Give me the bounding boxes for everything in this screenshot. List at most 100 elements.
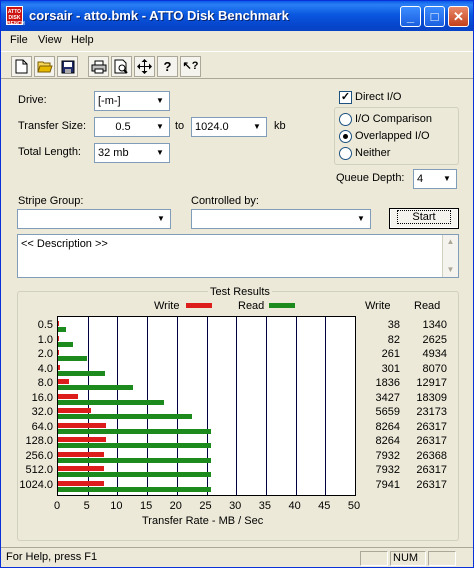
- write-legend-swatch: [186, 303, 212, 308]
- gridline: [176, 317, 178, 495]
- y-category-label: 512.0: [25, 464, 53, 476]
- y-category-label: 4.0: [37, 362, 53, 375]
- status-pane-caps: [360, 551, 388, 566]
- chevron-down-icon[interactable]: ▼: [249, 119, 265, 135]
- description-textarea[interactable]: << Description >> ▲ ▼: [17, 234, 459, 278]
- chevron-down-icon[interactable]: ▼: [152, 145, 168, 161]
- context-help-icon[interactable]: ↖?: [180, 56, 201, 77]
- io-comparison-radio[interactable]: [339, 113, 352, 126]
- write-bar: [58, 466, 105, 471]
- transfer-to-value: 1024.0: [195, 121, 229, 133]
- write-value: 8264: [375, 435, 400, 447]
- scroll-up-icon[interactable]: ▲: [443, 235, 458, 248]
- drive-label: Drive:: [18, 94, 47, 106]
- write-value: 261: [381, 348, 400, 360]
- chevron-down-icon[interactable]: ▼: [439, 171, 455, 187]
- write-value: 7932: [375, 464, 400, 476]
- x-tick-label: 30: [229, 500, 242, 512]
- read-bar: [58, 457, 211, 463]
- minimize-button[interactable]: _: [400, 6, 421, 27]
- y-category-label: 64.0: [31, 420, 53, 433]
- print-icon[interactable]: [88, 56, 109, 77]
- write-bar: [58, 422, 106, 428]
- write-value: 82: [387, 333, 400, 346]
- read-bar: [58, 385, 133, 390]
- chevron-down-icon[interactable]: ▼: [353, 211, 369, 227]
- read-value: 1340: [422, 319, 447, 331]
- read-value: 26368: [416, 449, 447, 462]
- controlled-by-select[interactable]: ▼: [191, 209, 371, 229]
- menu-view[interactable]: View: [38, 34, 62, 46]
- stripe-group-select[interactable]: ▼: [17, 209, 171, 229]
- x-tick-label: 15: [139, 500, 153, 512]
- description-scrollbar[interactable]: ▲ ▼: [442, 235, 458, 277]
- title-bar[interactable]: ATTO DISK BENCH corsair - atto.bmk - ATT…: [1, 1, 473, 31]
- toolbar: ? ↖?: [1, 51, 473, 79]
- transfer-from-value: 0.5: [115, 121, 131, 133]
- read-bar: [58, 443, 211, 448]
- chevron-down-icon[interactable]: ▼: [152, 93, 168, 109]
- x-tick-label: 10: [110, 500, 123, 512]
- queue-depth-label: Queue Depth:: [336, 172, 405, 184]
- write-value: 38: [387, 319, 400, 331]
- read-value: 2625: [422, 333, 447, 346]
- gridline: [147, 317, 149, 495]
- read-bar: [58, 472, 211, 477]
- maximize-button[interactable]: □: [424, 6, 445, 27]
- transfer-size-to-select[interactable]: 1024.0 ▼: [191, 117, 267, 137]
- print-preview-icon[interactable]: [111, 56, 132, 77]
- read-value: 26317: [416, 478, 447, 491]
- gridline: [206, 317, 208, 495]
- status-text: For Help, press F1: [6, 551, 98, 563]
- close-button[interactable]: ✕: [448, 6, 469, 27]
- to-label: to: [175, 120, 185, 132]
- x-tick-label: 25: [199, 500, 212, 512]
- new-file-icon[interactable]: [11, 56, 32, 77]
- read-value: 23173: [416, 406, 447, 418]
- total-length-select[interactable]: 32 mb ▼: [94, 143, 170, 163]
- save-icon[interactable]: [57, 56, 78, 77]
- neither-radio[interactable]: [339, 147, 352, 160]
- menu-help[interactable]: Help: [71, 34, 94, 46]
- x-tick-label: 45: [318, 500, 331, 512]
- help-icon[interactable]: ?: [157, 56, 178, 77]
- read-bar: [58, 428, 211, 434]
- x-tick-label: 20: [169, 500, 182, 512]
- status-num: NUM: [393, 552, 419, 564]
- start-button[interactable]: Start: [389, 208, 459, 229]
- y-category-label: 1.0: [37, 333, 53, 346]
- queue-depth-value: 4: [417, 173, 424, 185]
- read-bar: [58, 341, 74, 347]
- queue-depth-select[interactable]: 4 ▼: [413, 169, 457, 189]
- x-axis-label: Transfer Rate - MB / Sec: [142, 515, 264, 527]
- x-tick-label: 50: [347, 500, 361, 512]
- read-column-header: Read: [414, 300, 441, 312]
- kb-label: kb: [274, 120, 286, 132]
- chevron-down-icon[interactable]: ▼: [152, 119, 168, 135]
- y-category-label: 32.0: [31, 406, 53, 418]
- menu-file[interactable]: File: [10, 34, 28, 46]
- controlled-by-label: Controlled by:: [191, 195, 259, 207]
- write-column-header: Write: [365, 300, 391, 312]
- read-bar: [58, 414, 193, 419]
- gridline: [265, 317, 267, 495]
- drive-select[interactable]: [-m-] ▼: [94, 91, 170, 111]
- write-bar: [58, 408, 91, 413]
- x-tick-label: 0: [53, 500, 61, 512]
- transfer-size-from-select[interactable]: 0.5 ▼: [94, 117, 170, 137]
- status-pane-num: NUM: [390, 551, 426, 566]
- overlapped-io-radio[interactable]: [339, 130, 352, 143]
- total-length-label: Total Length:: [18, 146, 81, 158]
- write-bar: [58, 350, 60, 355]
- read-bar: [58, 486, 211, 492]
- y-category-label: 256.0: [25, 449, 53, 462]
- write-bar: [58, 321, 59, 326]
- scroll-down-icon[interactable]: ▼: [443, 263, 458, 276]
- direct-io-checkbox[interactable]: ✓: [339, 91, 352, 104]
- y-category-label: 16.0: [31, 391, 53, 404]
- open-folder-icon[interactable]: [34, 56, 55, 77]
- read-bar: [58, 399, 165, 405]
- y-category-label: 8.0: [37, 377, 53, 389]
- chevron-down-icon[interactable]: ▼: [153, 211, 169, 227]
- move-icon[interactable]: [134, 56, 155, 77]
